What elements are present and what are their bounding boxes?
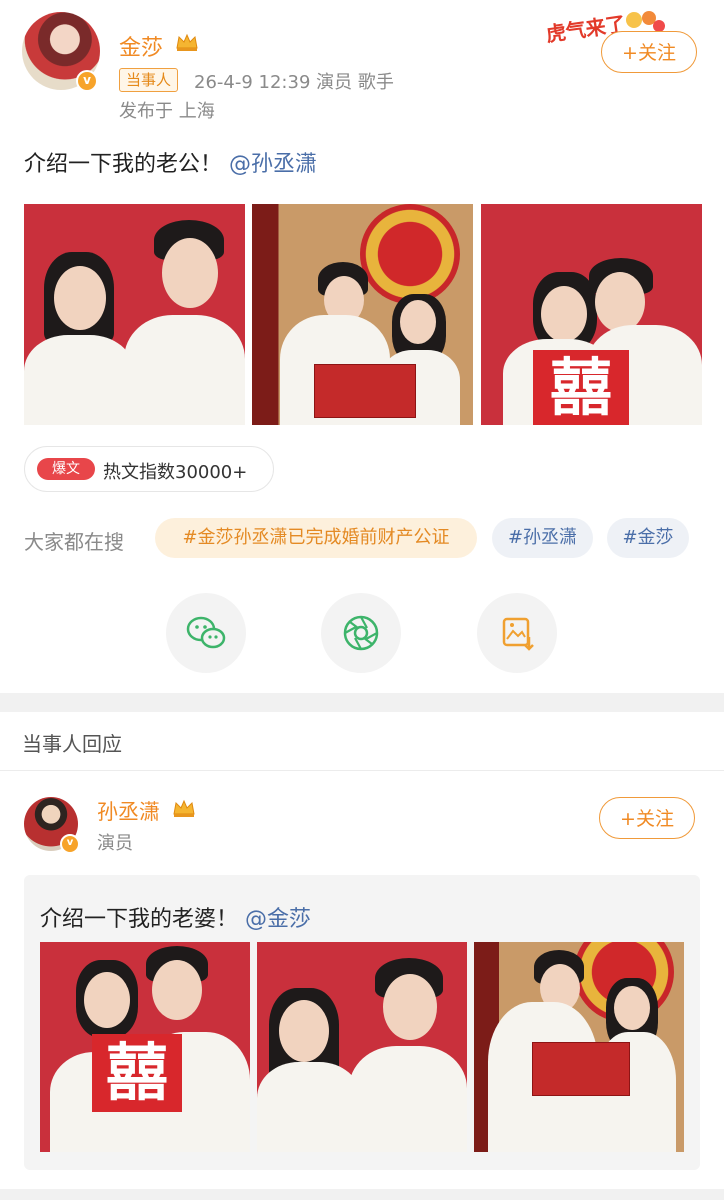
reply-text: 介绍一下我的老婆！ @金莎 [40,901,311,933]
share-moments-button[interactable] [321,593,401,673]
share-wechat-button[interactable] [166,593,246,673]
reply-verified-icon: v [60,834,80,854]
post-photo-2[interactable] [252,204,473,425]
reply-photo-1[interactable]: 囍 [40,942,250,1152]
post-location: 发布于 上海 [119,101,215,122]
post-body: 介绍一下我的老公！ [24,152,223,177]
reply-follow-button[interactable]: +关注 [599,797,695,839]
crown-icon [176,33,198,51]
wechat-icon [186,616,226,649]
section-title: 当事人回应 [22,732,122,756]
reply-username[interactable]: 孙丞潇 [97,796,160,826]
save-image-button[interactable] [477,593,557,673]
username[interactable]: 金莎 [119,30,163,62]
hot-badge: 爆文 [37,458,95,480]
reply-crown-icon [173,799,195,817]
moments-icon [343,615,379,651]
xi-sign: 囍 [533,350,629,425]
party-badge: 当事人 [119,68,179,92]
post-photo-3[interactable]: 囍 [481,204,702,425]
reply-photo-3[interactable] [474,942,684,1152]
post-card: v 金莎 当事人 26-4-9 12:39 演员 歌手 发布于 上海 虎气来了 … [0,0,724,693]
search-tag-3[interactable]: #金莎 [607,518,689,558]
mention-link[interactable]: @孙丞潇 [229,152,317,177]
search-tag-1[interactable]: #金莎孙丞潇已完成婚前财产公证 [155,518,477,558]
reply-role: 演员 [97,833,133,854]
post-text: 介绍一下我的老公！ @孙丞潇 [24,146,317,178]
hot-index-pill[interactable]: 爆文 热文指数30000+ [24,446,274,492]
hot-index-text: 热文指数30000+ [103,462,248,483]
reply-mention-link[interactable]: @金莎 [245,907,311,932]
reply-body: 介绍一下我的老婆！ [40,907,239,932]
save-image-icon [502,617,534,651]
post-meta: 26-4-9 12:39 演员 歌手 [194,72,394,93]
reply-xi-sign: 囍 [92,1034,182,1112]
follow-button[interactable]: +关注 [601,31,697,73]
search-tag-2[interactable]: #孙丞潇 [492,518,593,558]
verified-icon: v [76,70,98,92]
section-header: 当事人回应 [0,712,724,771]
post-photo-1[interactable] [24,204,245,425]
search-label: 大家都在搜 [24,530,124,554]
reply-photo-2[interactable] [257,942,467,1152]
